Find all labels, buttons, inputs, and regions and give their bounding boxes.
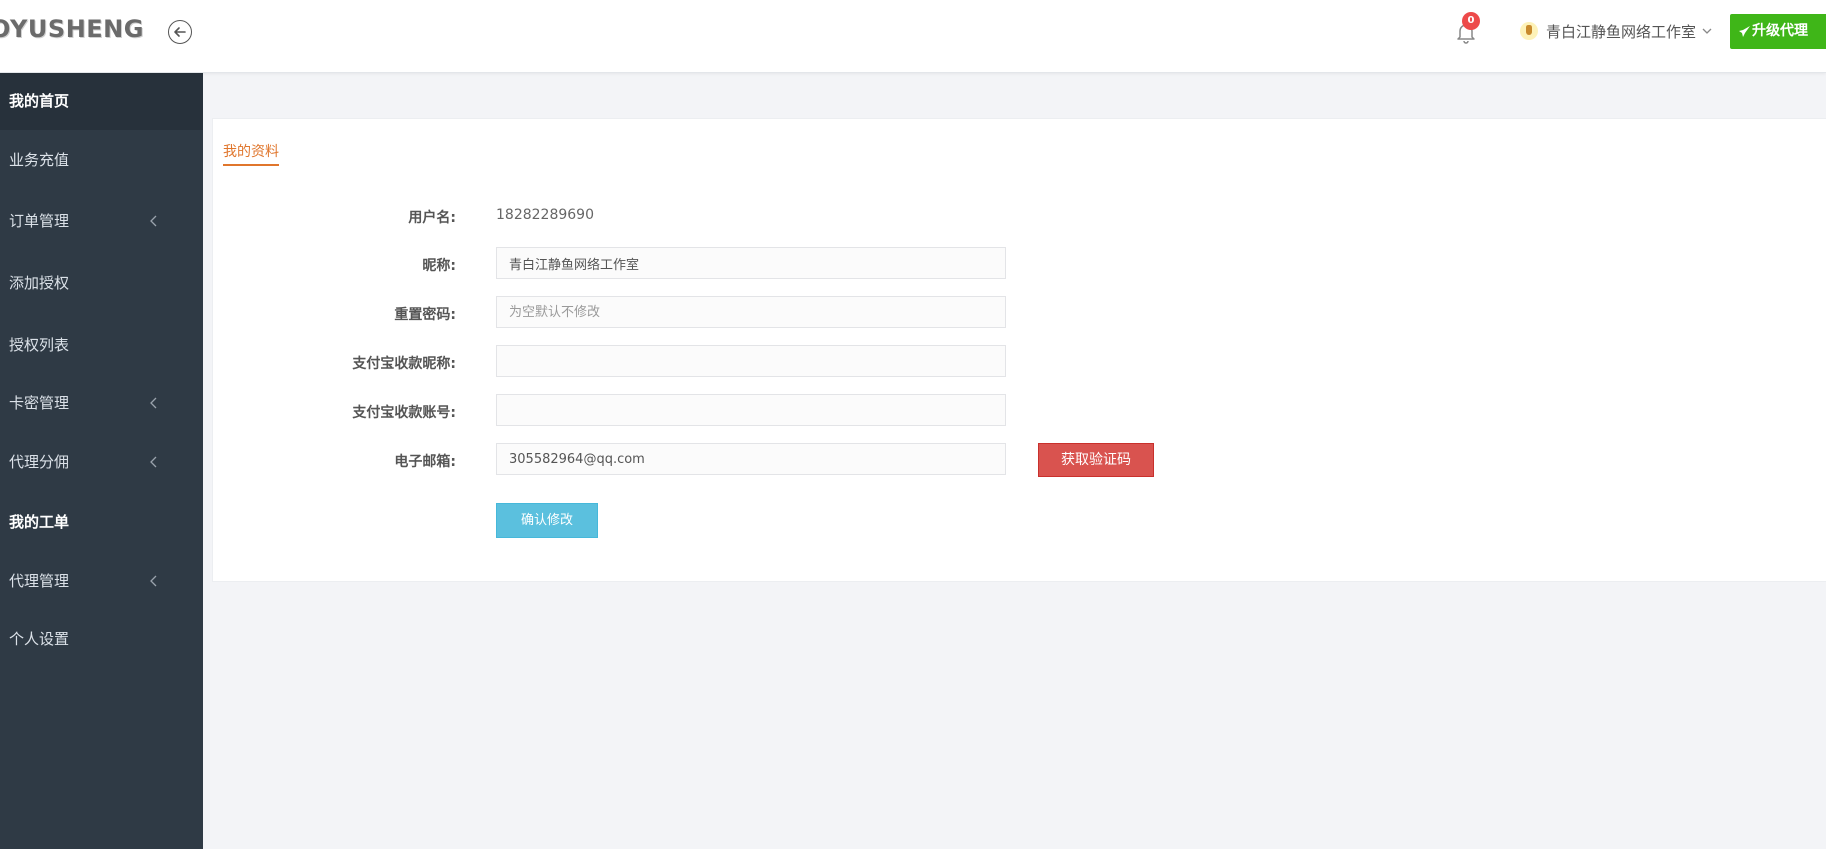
sidebar-item-recharge[interactable]: 业务充值 [0, 131, 203, 189]
notification-badge: 0 [1462, 12, 1480, 30]
sidebar-item-home[interactable]: 我的首页 [0, 72, 203, 130]
nickname-label: 昵称: [422, 258, 456, 274]
chevron-left-icon [150, 575, 157, 587]
user-name: 青白江静鱼网络工作室 [1546, 22, 1697, 41]
collapse-sidebar-button[interactable] [168, 20, 192, 44]
reset-password-label: 重置密码: [394, 307, 456, 323]
upgrade-label: 升级代理 [1752, 23, 1808, 39]
sidebar-item-label: 授权列表 [9, 336, 70, 354]
alipay-account-label: 支付宝收款账号: [352, 405, 456, 421]
alipay-name-label: 支付宝收款昵称: [352, 356, 456, 372]
arrow-left-icon [174, 27, 186, 37]
confirm-button[interactable]: 确认修改 [496, 503, 598, 538]
chevron-down-icon [1702, 28, 1712, 34]
sidebar-item-settings[interactable]: 个人设置 [0, 610, 203, 668]
sidebar-item-label: 个人设置 [9, 630, 70, 648]
chevron-left-icon [150, 397, 157, 409]
logo: OYUSHENG [0, 15, 144, 43]
get-code-button[interactable]: 获取验证码 [1038, 443, 1154, 477]
sidebar-item-label: 订单管理 [9, 212, 70, 230]
top-header: OYUSHENG 0 青白江静鱼网络工作室 升级代理 [0, 0, 1826, 73]
sidebar-item-commission[interactable]: 代理分佣 [0, 433, 203, 491]
upgrade-agent-button[interactable]: 升级代理 [1730, 14, 1826, 49]
username-label: 用户名: [408, 210, 456, 226]
nickname-input[interactable] [496, 247, 1006, 279]
username-value: 18282289690 [496, 207, 594, 223]
sidebar-item-label: 添加授权 [9, 274, 70, 292]
sidebar-item-agent-management[interactable]: 代理管理 [0, 552, 203, 610]
sidebar-item-tickets[interactable]: 我的工单 [0, 493, 203, 551]
user-menu[interactable]: 青白江静鱼网络工作室 [1520, 18, 1712, 44]
sidebar-item-auth-list[interactable]: 授权列表 [0, 316, 203, 374]
alipay-name-input[interactable] [496, 345, 1006, 377]
sidebar-item-add-auth[interactable]: 添加授权 [0, 254, 203, 312]
sidebar-item-card-keys[interactable]: 卡密管理 [0, 374, 203, 432]
profile-panel: 我的资料 用户名: 18282289690 昵称: 重置密码: 支付宝收款昵称:… [212, 118, 1826, 582]
sidebar-item-label: 代理分佣 [9, 453, 70, 471]
email-label: 电子邮箱: [394, 454, 456, 470]
avatar [1520, 22, 1538, 40]
reset-password-input[interactable] [496, 296, 1006, 328]
sidebar-item-orders[interactable]: 订单管理 [0, 192, 203, 250]
chevron-left-icon [150, 456, 157, 468]
chevron-left-icon [150, 215, 157, 227]
sidebar-item-label: 我的工单 [9, 513, 70, 531]
sidebar-item-label: 卡密管理 [9, 394, 70, 412]
email-input[interactable] [496, 443, 1006, 475]
rocket-icon [1739, 26, 1750, 37]
sidebar: 我的首页 业务充值 订单管理 添加授权 授权列表 卡密管理 代理分佣 我的工单 … [0, 72, 203, 849]
alipay-account-input[interactable] [496, 394, 1006, 426]
tab-my-profile[interactable]: 我的资料 [223, 141, 279, 166]
sidebar-item-label: 我的首页 [9, 92, 70, 110]
sidebar-item-label: 代理管理 [9, 572, 70, 590]
sidebar-item-label: 业务充值 [9, 151, 70, 169]
